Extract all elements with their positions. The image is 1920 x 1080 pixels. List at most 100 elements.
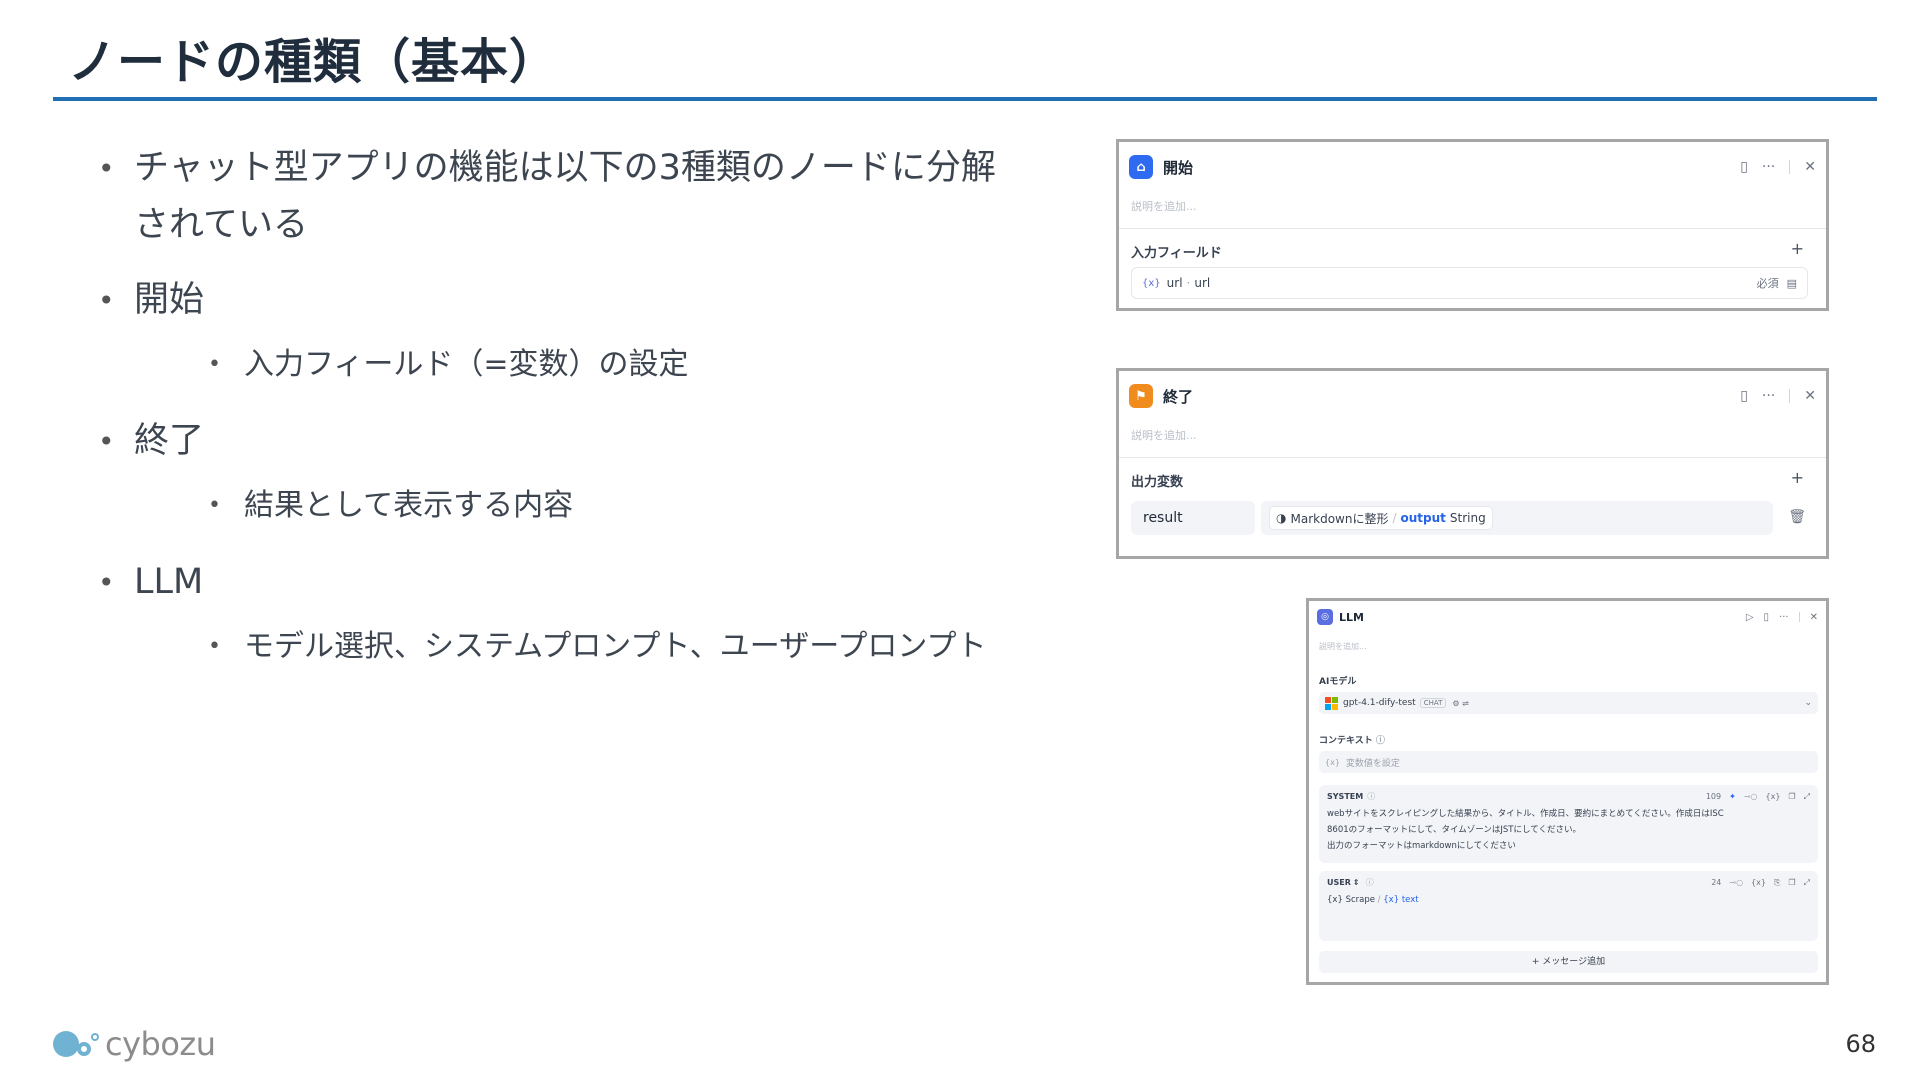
variable-icon: {x} <box>1142 277 1161 289</box>
end-panel-header: ⚑ 終了 ▯ ··· ✕ <box>1129 381 1816 411</box>
bullet-list: チャット型アプリの機能は以下の3種類のノードに分解されている 開始 入力フィール… <box>96 140 1036 695</box>
llm-panel-title: LLM <box>1339 610 1364 624</box>
input-fields-label: 入力フィールド <box>1131 246 1222 261</box>
more-icon[interactable]: ··· <box>1762 159 1775 175</box>
role-switch-icon[interactable]: ⇕ <box>1353 878 1360 887</box>
variable-insert-icon[interactable]: {x} <box>1766 792 1781 802</box>
copy-icon[interactable]: ❐ <box>1788 792 1795 802</box>
flag-icon: ⚑ <box>1129 384 1153 408</box>
close-icon[interactable]: ✕ <box>1810 612 1818 623</box>
more-icon[interactable]: ··· <box>1762 388 1775 404</box>
clipboard-icon[interactable]: ⎘ <box>1774 878 1780 888</box>
end-panel-title: 終了 <box>1163 387 1194 406</box>
system-prompt-text: webサイトをスクレイピングした結果から、タイトル、作成日、要約にまとめてくださ… <box>1327 809 1724 851</box>
start-panel-title: 開始 <box>1163 158 1194 177</box>
settings-icon[interactable]: ⚙ ⇌ <box>1452 699 1468 708</box>
llm-icon: ◎ <box>1317 609 1333 625</box>
context-label: コンテキスト ⓘ <box>1319 736 1385 746</box>
page-number: 68 <box>1845 1030 1876 1058</box>
bullet-start-detail: 入力フィールド（=変数）の設定 <box>206 341 1036 389</box>
field-label: url <box>1194 276 1211 290</box>
logo-mark <box>53 1031 79 1057</box>
user-token-count: 24 <box>1711 877 1722 887</box>
text-type-icon: ▤ <box>1786 276 1797 290</box>
bullet-llm-detail: モデル選択、システムプロンプト、ユーザープロンプト <box>206 623 1036 671</box>
divider <box>1789 389 1791 403</box>
variable-insert-icon[interactable]: {x} <box>1751 878 1766 888</box>
required-label: 必須 <box>1756 277 1779 290</box>
system-prompt-box[interactable]: SYSTEM ⓘ 109 ✦ ⊸○ {x} ❐ ⤢ webサイトをスクレイピング… <box>1319 785 1818 863</box>
model-select[interactable]: gpt-4.1-dify-test CHAT ⚙ ⇌ ⌄ <box>1319 692 1818 714</box>
description-input[interactable]: 説明を追加... <box>1131 198 1197 214</box>
slide-title: ノードの種類（基本） <box>68 34 559 90</box>
variable-icon: {x} <box>1325 757 1340 767</box>
user-var-name: text <box>1401 895 1419 905</box>
run-icon[interactable]: ▷ <box>1746 612 1754 623</box>
chat-badge: CHAT <box>1419 698 1447 708</box>
source-node-name: Markdownに整形 <box>1290 511 1389 526</box>
sparkle-icon[interactable]: ✦ <box>1729 792 1736 802</box>
chevron-down-icon: ⌄ <box>1804 698 1812 708</box>
variable-name: output <box>1400 511 1446 525</box>
trash-icon[interactable]: 🗑 <box>1788 509 1806 525</box>
close-icon[interactable]: ✕ <box>1804 159 1816 175</box>
logo-text: cybozu <box>105 1025 216 1063</box>
variable-type: String <box>1449 511 1486 525</box>
variable-chip: ◑ Markdownに整形 / output String <box>1269 506 1493 530</box>
user-prompt-box[interactable]: USER ⇕ ⓘ 24 ⊸○ {x} ⎘ ❐ ⤢ {x} Scrape / {x… <box>1319 871 1818 941</box>
markdown-node-icon: ◑ <box>1276 511 1287 525</box>
divider <box>1789 160 1791 174</box>
expand-icon[interactable]: ⤢ <box>1804 878 1810 888</box>
jinja-toggle[interactable]: ⊸○ <box>1744 792 1758 802</box>
field-name: url <box>1166 276 1183 290</box>
bullet-overview: チャット型アプリの機能は以下の3種類のノードに分解されている <box>96 140 996 254</box>
help-icon: ⓘ <box>1365 878 1374 887</box>
llm-panel-header: ◎ LLM ▷ ▯ ··· ✕ <box>1317 606 1818 628</box>
book-icon[interactable]: ▯ <box>1764 612 1770 623</box>
bullet-llm: LLM <box>96 554 1036 611</box>
expand-icon[interactable]: ⤢ <box>1804 792 1810 802</box>
book-icon[interactable]: ▯ <box>1740 159 1748 175</box>
model-name: gpt-4.1-dify-test <box>1343 698 1416 708</box>
bullet-end-detail: 結果として表示する内容 <box>206 482 1036 530</box>
title-rule <box>53 97 1877 101</box>
copy-icon[interactable]: ❐ <box>1788 878 1795 888</box>
chip-slash: / <box>1392 511 1397 525</box>
add-field-button[interactable]: + <box>1791 239 1804 258</box>
system-label: SYSTEM <box>1327 792 1364 801</box>
bullet-end: 終了 <box>96 413 1036 470</box>
context-input[interactable]: {x} 変数値を設定 <box>1319 751 1818 773</box>
output-vars-label: 出力変数 <box>1131 475 1184 490</box>
jinja-toggle[interactable]: ⊸○ <box>1729 878 1743 888</box>
output-name-input[interactable]: result <box>1131 501 1255 535</box>
home-icon: ⌂ <box>1129 155 1153 179</box>
divider <box>1119 457 1826 458</box>
user-var-node: Scrape <box>1345 895 1375 905</box>
llm-node-panel: ◎ LLM ▷ ▯ ··· ✕ 説明を追加... AIモデル gpt-4.1-d… <box>1306 598 1829 985</box>
description-input[interactable]: 説明を追加... <box>1319 641 1367 652</box>
context-placeholder: 変数値を設定 <box>1345 758 1400 769</box>
microsoft-logo-icon <box>1325 696 1338 710</box>
add-output-button[interactable]: + <box>1791 468 1804 487</box>
divider <box>1798 612 1800 622</box>
user-label: USER <box>1327 878 1351 887</box>
output-value-select[interactable]: ◑ Markdownに整形 / output String <box>1261 501 1773 535</box>
system-token-count: 109 <box>1705 791 1722 801</box>
field-separator: · <box>1186 276 1191 290</box>
help-icon: ⓘ <box>1367 792 1376 801</box>
input-field-row[interactable]: {x} url · url 必須 ▤ <box>1131 267 1808 299</box>
user-prompt-text: {x} Scrape / {x} text <box>1327 895 1419 905</box>
variable-icon: {x} <box>1383 895 1400 905</box>
close-icon[interactable]: ✕ <box>1804 388 1816 404</box>
variable-icon: {x} <box>1327 895 1343 905</box>
start-panel-header: ⌂ 開始 ▯ ··· ✕ <box>1129 152 1816 182</box>
more-icon[interactable]: ··· <box>1779 612 1789 623</box>
book-icon[interactable]: ▯ <box>1740 388 1748 404</box>
add-message-button[interactable]: + メッセージ追加 <box>1319 951 1818 973</box>
end-node-panel: ⚑ 終了 ▯ ··· ✕ 説明を追加... 出力変数 + result ◑ Ma… <box>1116 368 1829 559</box>
help-icon: ⓘ <box>1375 736 1385 746</box>
start-node-panel: ⌂ 開始 ▯ ··· ✕ 説明を追加... 入力フィールド + {x} url … <box>1116 139 1829 311</box>
description-input[interactable]: 説明を追加... <box>1131 427 1197 443</box>
bullet-start: 開始 <box>96 272 1036 329</box>
ai-model-label: AIモデル <box>1319 677 1357 687</box>
